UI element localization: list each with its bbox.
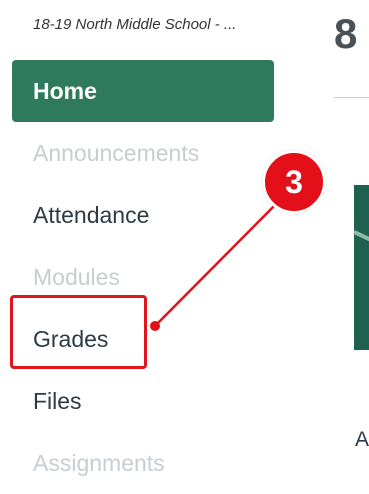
callout-line bbox=[150, 189, 291, 331]
callout-dot bbox=[150, 321, 160, 331]
step-badge: 3 bbox=[262, 150, 326, 214]
